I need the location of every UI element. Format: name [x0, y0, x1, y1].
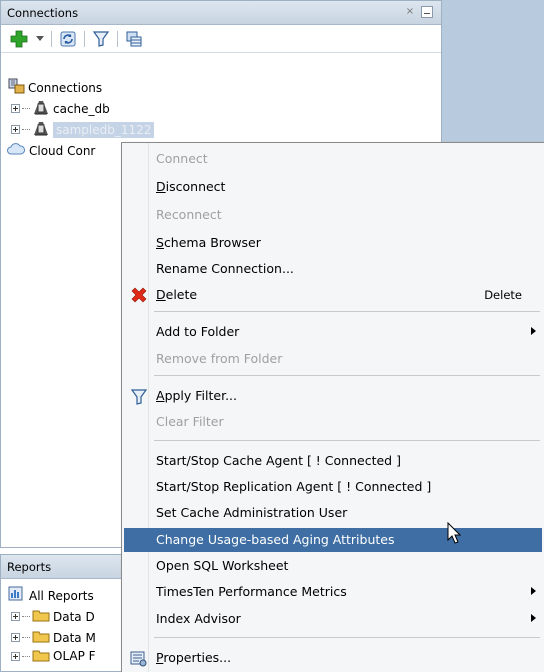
menu-item-label: TimesTen Performance Metrics: [156, 584, 347, 599]
menu-item-remove-from-folder[interactable]: Remove from Folder: [124, 347, 542, 371]
panel-title: Reports: [7, 559, 52, 574]
menu-item-index-advisor[interactable]: Index Advisor: [124, 607, 542, 631]
menu-item-rename-connection[interactable]: Rename Connection...: [124, 257, 542, 281]
menu-item-label: Schema Browser: [156, 235, 261, 250]
filter-icon[interactable]: [91, 29, 111, 49]
tree-node-label: OLAP F: [53, 649, 96, 663]
tree-connector: [22, 129, 30, 130]
add-connection-icon[interactable]: [9, 29, 29, 49]
schema-browser-icon[interactable]: [124, 29, 144, 49]
tree-node-cache-db[interactable]: cache_db: [1, 98, 443, 119]
refresh-icon[interactable]: [58, 29, 78, 49]
tree-node-label: cache_db: [53, 101, 110, 116]
expand-icon[interactable]: [11, 612, 20, 621]
toolbar-separator: [51, 30, 52, 47]
menu-item-label: Delete: [156, 287, 198, 302]
menu-item-schema-browser[interactable]: Schema Browser: [124, 231, 542, 255]
menu-item-reconnect[interactable]: Reconnect: [124, 203, 542, 227]
reports-icon: [8, 586, 26, 605]
menu-item-performance-metrics[interactable]: TimesTen Performance Metrics: [124, 580, 542, 604]
folder-icon: [32, 629, 50, 646]
menu-accelerator: Delete: [484, 288, 522, 302]
expand-icon[interactable]: [11, 104, 20, 113]
connections-folder-icon: [8, 78, 25, 97]
menu-item-connect[interactable]: Connect: [124, 147, 542, 171]
database-icon: [32, 98, 50, 119]
menu-item-label: Reconnect: [156, 207, 222, 222]
menu-item-delete[interactable]: Delete Delete: [124, 283, 542, 307]
tree-node-label: sampledb_1122: [53, 121, 155, 138]
close-icon[interactable]: ×: [403, 5, 417, 19]
connections-panel-header: Connections ×: [1, 1, 441, 25]
delete-x-icon: [130, 287, 147, 303]
tree-node-connections[interactable]: Connections: [1, 77, 443, 98]
connections-toolbar: [1, 25, 441, 53]
menu-separator: [154, 440, 540, 441]
folder-icon: [32, 608, 50, 625]
tree-node-sampledb[interactable]: sampledb_1122: [1, 119, 443, 140]
menu-item-start-stop-replication-agent[interactable]: Start/Stop Replication Agent [ ! Connect…: [124, 475, 542, 499]
menu-item-properties[interactable]: Properties...: [124, 646, 542, 670]
tree-connector: [22, 108, 30, 109]
panel-title: Connections: [7, 5, 79, 20]
menu-item-label: Start/Stop Replication Agent [ ! Connect…: [156, 479, 432, 494]
tree-node-label: All Reports: [29, 588, 94, 603]
tree-connector: [22, 637, 30, 638]
menu-item-set-cache-admin-user[interactable]: Set Cache Administration User: [124, 501, 542, 525]
properties-icon: [130, 650, 147, 667]
expand-icon[interactable]: [11, 651, 20, 661]
menu-item-apply-filter[interactable]: Apply Filter...: [124, 384, 542, 408]
minimize-icon[interactable]: [421, 6, 433, 18]
menu-item-add-to-folder[interactable]: Add to Folder: [124, 320, 542, 344]
toolbar-separator: [117, 30, 118, 47]
menu-item-label: Index Advisor: [156, 611, 241, 626]
menu-item-label: Set Cache Administration User: [156, 505, 348, 520]
menu-item-label: Rename Connection...: [156, 261, 294, 276]
tree-node-label: Data D: [53, 609, 95, 624]
toolbar-separator: [84, 30, 85, 47]
menu-item-label: Change Usage-based Aging Attributes: [156, 532, 395, 547]
menu-item-start-stop-cache-agent[interactable]: Start/Stop Cache Agent [ ! Connected ]: [124, 449, 542, 473]
menu-item-label: Clear Filter: [156, 414, 224, 429]
menu-item-label: Connect: [156, 151, 208, 166]
cloud-icon: [7, 142, 25, 159]
tree-connector: [22, 616, 30, 617]
menu-separator: [154, 311, 540, 312]
context-menu: Connect Disconnect Reconnect Schema Brow…: [121, 142, 544, 672]
menu-item-label: Remove from Folder: [156, 351, 283, 366]
database-icon: [32, 119, 50, 140]
submenu-arrow-icon: [531, 614, 536, 622]
menu-item-disconnect[interactable]: Disconnect: [124, 175, 542, 199]
expand-icon[interactable]: [11, 633, 20, 642]
tree-node-label: Cloud Conr: [29, 143, 96, 158]
menu-item-label: Disconnect: [156, 179, 226, 194]
tree-connector: [22, 655, 30, 657]
menu-item-label: Open SQL Worksheet: [156, 558, 289, 573]
menu-item-change-aging-attributes[interactable]: Change Usage-based Aging Attributes: [124, 528, 542, 552]
menu-item-open-sql-worksheet[interactable]: Open SQL Worksheet: [124, 554, 542, 578]
chevron-down-icon[interactable]: [35, 29, 45, 49]
menu-separator: [154, 637, 540, 638]
submenu-arrow-icon: [531, 587, 536, 595]
menu-separator: [154, 375, 540, 376]
submenu-arrow-icon: [531, 327, 536, 335]
tree-node-label: Data M: [53, 630, 96, 645]
menu-item-label: Properties...: [156, 650, 232, 665]
expand-icon[interactable]: [11, 125, 20, 134]
menu-item-label: Apply Filter...: [156, 388, 238, 403]
menu-item-clear-filter[interactable]: Clear Filter: [124, 410, 542, 434]
menu-item-label: Add to Folder: [156, 324, 240, 339]
tree-node-label: Connections: [28, 80, 103, 95]
menu-item-label: Start/Stop Cache Agent [ ! Connected ]: [156, 453, 401, 468]
filter-icon: [130, 388, 148, 405]
mouse-cursor-icon: [447, 521, 462, 547]
folder-icon: [32, 648, 50, 664]
